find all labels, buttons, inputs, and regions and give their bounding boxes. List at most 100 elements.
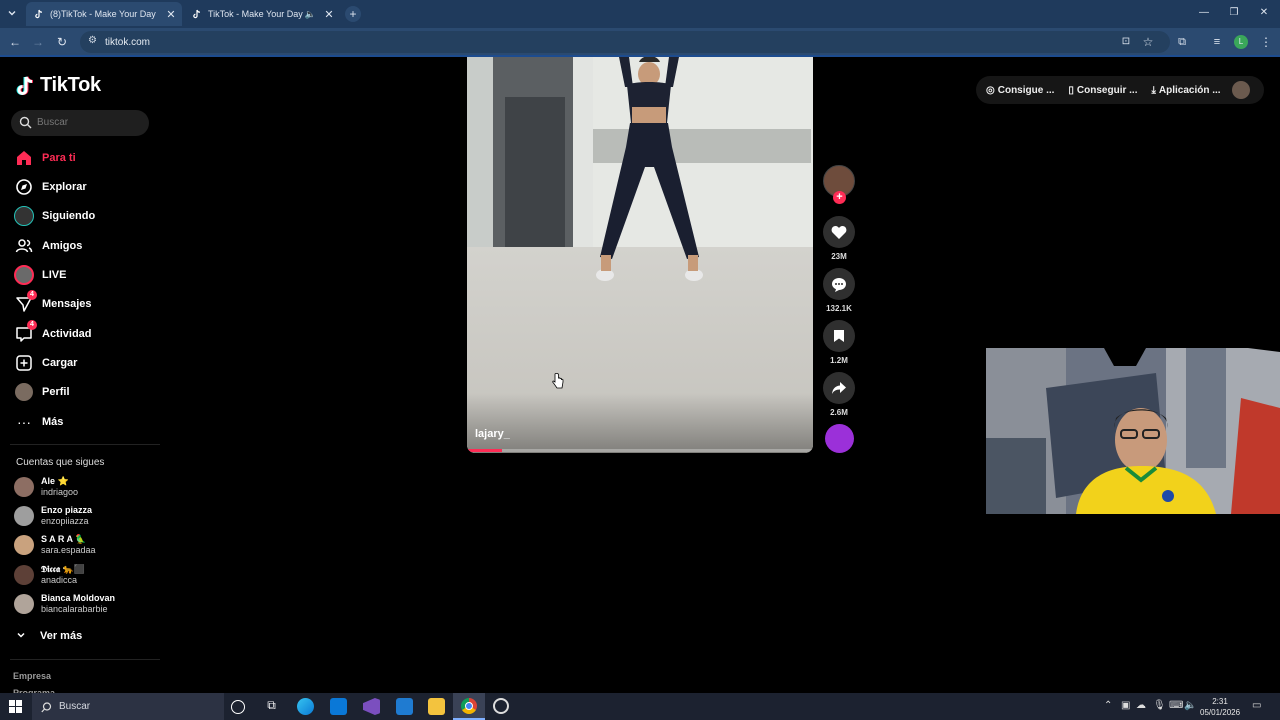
webcam-scene bbox=[986, 348, 1280, 514]
minimize-icon[interactable]: — bbox=[1196, 5, 1212, 21]
audio-playing-icon[interactable]: 🔈 bbox=[305, 9, 316, 20]
desktop-app-button[interactable]: ⤓ Aplicación ... bbox=[1151, 85, 1220, 96]
onedrive-icon[interactable]: ☁ bbox=[1136, 700, 1146, 711]
taskbar-clock[interactable]: 2:31 05/01/2026 bbox=[1200, 696, 1240, 718]
following-name: 𝕯𝖎𝖈𝖈𝖆 🐆⬛ bbox=[41, 564, 86, 574]
music-disc-button[interactable] bbox=[823, 424, 855, 453]
get-coins-button[interactable]: ◎ Consigue ... bbox=[986, 85, 1054, 96]
nav-label: Mensajes bbox=[42, 298, 92, 310]
notifications-icon[interactable]: ▭ bbox=[1252, 700, 1261, 711]
forward-icon[interactable]: → bbox=[30, 34, 46, 50]
user-avatar[interactable] bbox=[1232, 81, 1250, 99]
tab-close-icon[interactable]: ✕ bbox=[322, 8, 336, 21]
nav-item-live[interactable]: LIVE bbox=[14, 263, 144, 287]
menu-kebab-icon[interactable]: ⋮ bbox=[1258, 34, 1274, 50]
follow-plus-icon[interactable]: + bbox=[833, 191, 846, 204]
video-player[interactable]: lajary_ bbox=[467, 57, 813, 453]
profile-avatar-icon bbox=[14, 382, 34, 402]
nav-item-explorar[interactable]: Explorar bbox=[14, 175, 144, 199]
nav-item-cargar[interactable]: Cargar bbox=[14, 351, 144, 375]
video-progress-bar[interactable] bbox=[467, 449, 813, 452]
media-controls-icon[interactable]: ≡ bbox=[1209, 34, 1225, 50]
outlook-icon[interactable] bbox=[396, 698, 413, 715]
following-item[interactable]: Bianca Moldovan biancalarabarbie bbox=[14, 591, 115, 617]
taskbar-search-input[interactable]: Buscar bbox=[32, 693, 224, 720]
following-name: S A R A 🦜 bbox=[41, 534, 87, 544]
new-tab-button[interactable]: + bbox=[345, 6, 361, 22]
share-button[interactable]: 2.6M bbox=[823, 372, 855, 417]
see-more-label: Ver más bbox=[40, 630, 83, 642]
window-close-icon[interactable]: ✕ bbox=[1256, 5, 1272, 21]
edge-icon[interactable] bbox=[297, 698, 314, 715]
network-icon[interactable]: ⌨ bbox=[1169, 700, 1183, 711]
avatar bbox=[14, 477, 34, 497]
extensions-icon[interactable]: ⧉ bbox=[1174, 34, 1190, 50]
following-item[interactable]: Ale ⭐ indriagoo bbox=[14, 474, 78, 500]
comment-button[interactable]: 132.1K bbox=[823, 268, 855, 313]
like-button[interactable]: 23M bbox=[823, 216, 855, 261]
tab-tiktok-2[interactable]: TikTok - Make Your Day 🔈 ✕ bbox=[184, 2, 340, 26]
cortana-icon[interactable] bbox=[231, 700, 245, 714]
following-name: Bianca Moldovan bbox=[41, 593, 116, 603]
tab-close-icon[interactable]: ✕ bbox=[164, 8, 178, 21]
install-app-icon[interactable]: ⊡ bbox=[1118, 34, 1134, 50]
avatar bbox=[14, 594, 34, 614]
address-field[interactable]: ⚙ tiktok.com bbox=[80, 31, 1170, 53]
site-info-icon[interactable]: ⚙ bbox=[88, 35, 97, 46]
creator-avatar-button[interactable]: + bbox=[823, 165, 855, 205]
tray-chevron-icon[interactable]: ⌃ bbox=[1104, 700, 1112, 711]
task-view-icon[interactable]: ⧉ bbox=[263, 698, 280, 715]
profile-avatar-icon[interactable]: L bbox=[1234, 35, 1248, 49]
footer-link-empresa[interactable]: Empresa bbox=[13, 671, 51, 681]
tab-title: (8)TikTok - Make Your Day bbox=[50, 9, 156, 19]
volume-icon[interactable]: 🔈 bbox=[1184, 700, 1196, 711]
nav-item-siguiendo[interactable]: Siguiendo bbox=[14, 204, 144, 228]
file-explorer-icon[interactable] bbox=[428, 698, 445, 715]
store-icon[interactable] bbox=[330, 698, 347, 715]
nav-item-mas[interactable]: ··· Más bbox=[14, 410, 144, 434]
save-button[interactable]: 1.2M bbox=[823, 320, 855, 365]
upload-icon bbox=[14, 353, 34, 373]
nav-item-actividad[interactable]: 4 Actividad bbox=[14, 320, 144, 346]
following-item[interactable]: S A R A 🦜 sara.espadaa bbox=[14, 532, 96, 558]
video-author[interactable]: lajary_ bbox=[475, 428, 510, 440]
comment-count: 132.1K bbox=[826, 304, 852, 313]
activity-icon: 4 bbox=[14, 320, 37, 344]
following-item[interactable]: 𝕯𝖎𝖈𝖈𝖆 🐆⬛ anadicca bbox=[14, 562, 85, 588]
following-name: Enzo piazza bbox=[41, 505, 93, 515]
visual-studio-icon[interactable] bbox=[363, 698, 380, 715]
microphone-icon[interactable]: 🎙 bbox=[1153, 700, 1166, 711]
following-handle: enzopiiazza bbox=[41, 516, 89, 526]
see-more-button[interactable]: Ver más bbox=[16, 627, 82, 645]
clock-time: 2:31 bbox=[1212, 697, 1228, 706]
comment-icon bbox=[823, 268, 855, 300]
chrome-icon bbox=[461, 698, 477, 714]
messages-icon: 4 bbox=[14, 290, 37, 314]
chevron-down-icon bbox=[16, 627, 26, 645]
nav-item-para-ti[interactable]: Para ti bbox=[14, 146, 144, 170]
windows-start-icon[interactable] bbox=[9, 700, 22, 718]
following-handle: biancalarabarbie bbox=[41, 604, 108, 614]
friends-icon bbox=[14, 236, 34, 256]
nav-label: Actividad bbox=[42, 328, 92, 340]
nav-item-perfil[interactable]: Perfil bbox=[14, 380, 144, 404]
nav-label: Cargar bbox=[42, 357, 78, 369]
tab-search-chevron-icon[interactable] bbox=[4, 6, 20, 22]
back-icon[interactable]: ← bbox=[7, 34, 23, 50]
clock-date: 05/01/2026 bbox=[1200, 708, 1241, 717]
nav-item-mensajes[interactable]: 4 Mensajes bbox=[14, 290, 144, 316]
following-item[interactable]: Enzo piazza enzopiiazza bbox=[14, 503, 92, 529]
reload-icon[interactable]: ↻ bbox=[54, 34, 70, 50]
get-app-button[interactable]: ▯ Conseguir ... bbox=[1068, 85, 1137, 96]
nav-label: Amigos bbox=[42, 240, 83, 252]
chrome-taskbar-button[interactable] bbox=[453, 693, 485, 720]
tray-device-icon[interactable]: ▣ bbox=[1121, 700, 1130, 711]
tab-tiktok-1[interactable]: (8)TikTok - Make Your Day ✕ bbox=[26, 2, 182, 26]
bookmark-star-icon[interactable]: ☆ bbox=[1140, 34, 1156, 50]
search-input[interactable]: Buscar bbox=[11, 110, 149, 136]
nav-item-amigos[interactable]: Amigos bbox=[14, 234, 144, 258]
nav-label: Explorar bbox=[42, 181, 87, 193]
maximize-icon[interactable]: ❐ bbox=[1226, 5, 1242, 21]
tiktok-logo[interactable]: TikTok bbox=[16, 74, 101, 97]
obs-icon[interactable] bbox=[493, 698, 509, 714]
